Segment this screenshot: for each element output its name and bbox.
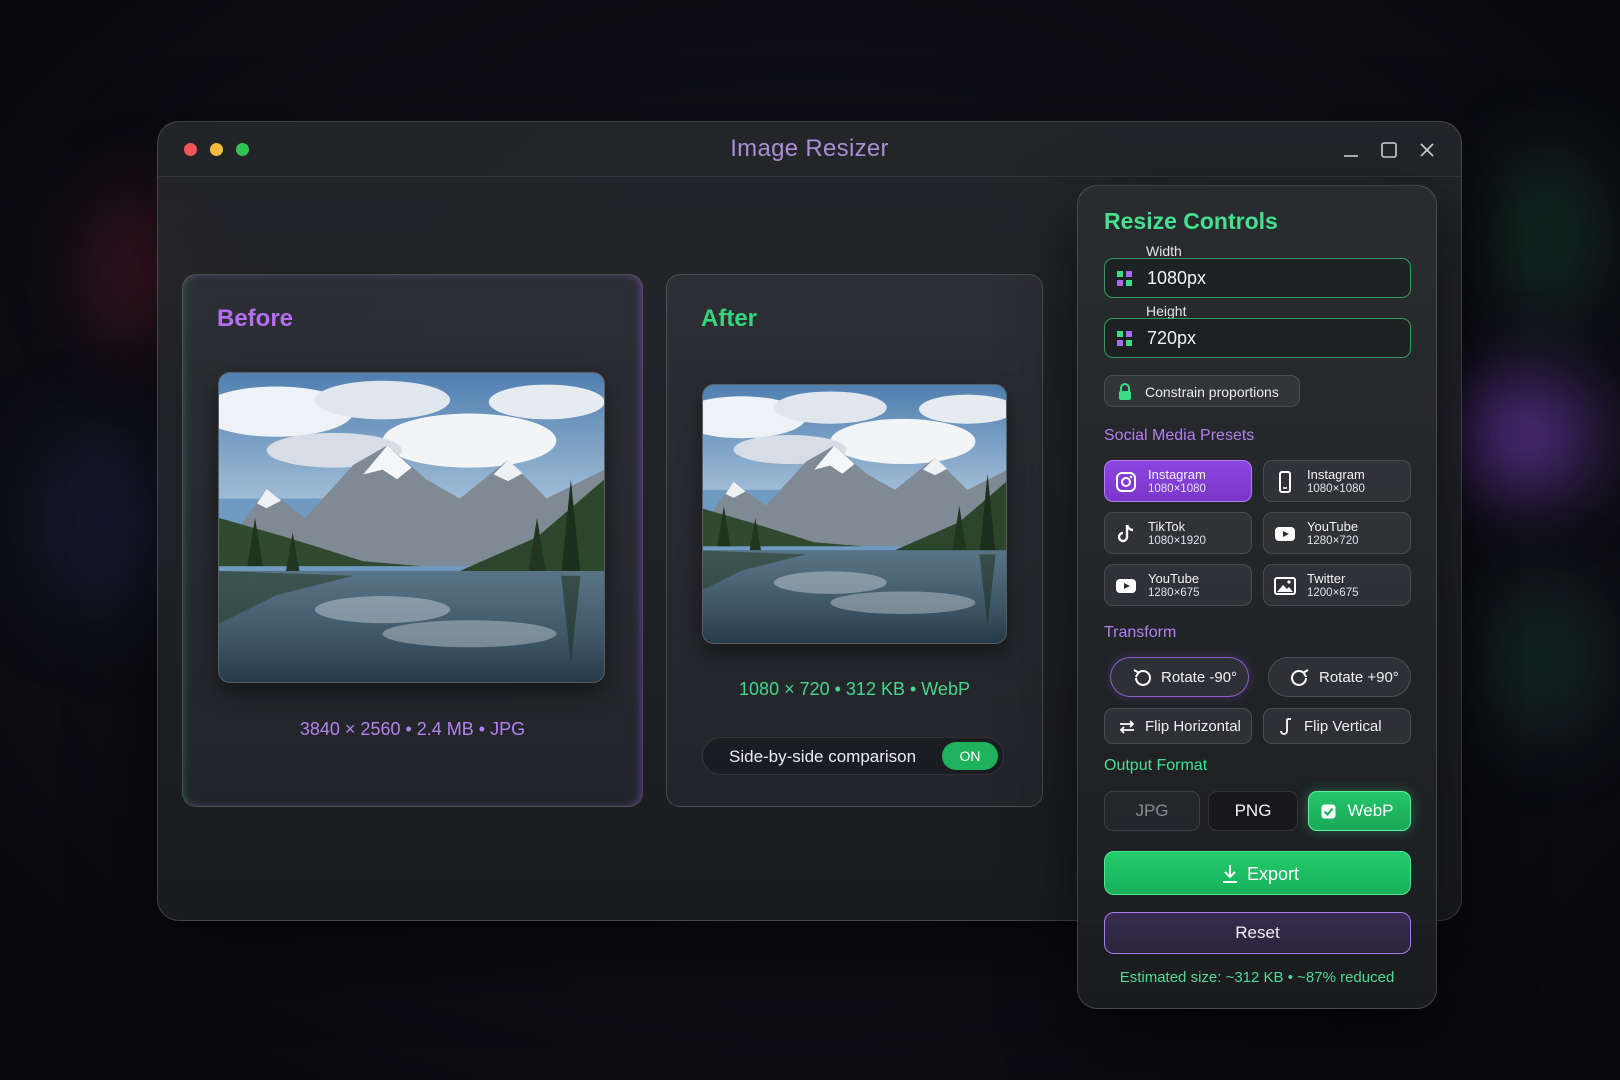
width-input[interactable]	[1147, 265, 1397, 291]
flip-horizontal-label: Flip Horizontal	[1145, 718, 1241, 735]
preset-size: 1080×1920	[1148, 535, 1206, 547]
preset-youtube-720[interactable]: YouTube 1280×720	[1263, 512, 1411, 554]
rotate-left-label: Rotate -90°	[1161, 669, 1238, 686]
preset-name: Twitter	[1307, 571, 1346, 586]
controls-title: Resize Controls	[1104, 208, 1278, 234]
maximize-icon[interactable]	[1376, 137, 1402, 163]
preset-name: Instagram	[1307, 467, 1365, 482]
preset-youtube-675[interactable]: YouTube 1280×675	[1104, 564, 1252, 606]
image-icon	[1274, 577, 1296, 595]
format-webp-button[interactable]: WebP	[1308, 791, 1411, 831]
export-button[interactable]: Export	[1104, 851, 1411, 895]
instagram-icon	[1116, 472, 1136, 492]
close-icon[interactable]	[1414, 137, 1440, 163]
lock-icon	[1119, 383, 1131, 400]
format-jpg-button[interactable]: JPG	[1104, 791, 1200, 831]
resize-controls-panel: Resize Controls Width Height Constrain p…	[1077, 185, 1437, 1009]
flip-horizontal-icon	[1119, 720, 1135, 734]
presets-title: Social Media Presets	[1104, 427, 1255, 444]
comparison-label: Side-by-side comparison	[729, 747, 917, 766]
constrain-proportions-toggle[interactable]: Constrain proportions	[1104, 375, 1300, 407]
after-title: After	[701, 305, 758, 332]
preset-size: 1280×675	[1148, 587, 1200, 599]
rotate-right-label: Rotate +90°	[1319, 669, 1399, 686]
before-meta: 3840 × 2560 • 2.4 MB • JPG	[299, 719, 526, 739]
preset-size: 1200×675	[1307, 587, 1359, 599]
after-panel: After 1080 × 720 • 312 KB • WebP Side-by…	[666, 274, 1043, 807]
preset-name: YouTube	[1307, 519, 1359, 534]
estimated-size: Estimated size: ~312 KB • ~87% reduced	[1119, 969, 1395, 986]
width-label: Width	[1146, 243, 1182, 259]
preset-size: 1280×720	[1307, 535, 1359, 547]
rotate-left-icon	[1133, 669, 1151, 686]
preset-name: YouTube	[1148, 571, 1200, 586]
preset-name: TikTok	[1148, 519, 1186, 534]
reset-button[interactable]: Reset	[1104, 912, 1411, 954]
title-bar: Image Resizer	[158, 122, 1461, 177]
output-format-title: Output Format	[1104, 757, 1208, 774]
format-png-button[interactable]: PNG	[1208, 791, 1298, 831]
flip-vertical-button[interactable]: Flip Vertical	[1263, 708, 1411, 744]
transform-title: Transform	[1104, 624, 1177, 641]
after-meta: 1080 × 720 • 312 KB • WebP	[739, 679, 970, 699]
rotate-right-button[interactable]: Rotate +90°	[1268, 657, 1411, 697]
preset-size: 1080×1080	[1148, 483, 1206, 495]
phone-icon	[1279, 471, 1291, 493]
before-image	[218, 372, 605, 683]
preset-name: Instagram	[1148, 467, 1206, 482]
flip-vertical-label: Flip Vertical	[1304, 718, 1382, 735]
after-image	[702, 384, 1007, 644]
comparison-toggle-row: Side-by-side comparison ON	[702, 737, 1004, 775]
preset-size: 1080×1080	[1307, 483, 1365, 495]
grid-icon	[1117, 331, 1132, 346]
checkbox-checked-icon	[1321, 804, 1336, 819]
rotate-left-button[interactable]: Rotate -90°	[1110, 657, 1249, 697]
download-icon	[1223, 865, 1237, 883]
height-input[interactable]	[1147, 325, 1397, 351]
before-panel: Before 3840 × 2560 • 2.4 MB • JPG	[182, 274, 643, 807]
preset-twitter[interactable]: Twitter 1200×675	[1263, 564, 1411, 606]
export-label: Export	[1247, 864, 1300, 884]
grid-icon	[1117, 271, 1132, 286]
youtube-icon	[1275, 527, 1295, 541]
preset-instagram-story[interactable]: Instagram 1080×1080	[1263, 460, 1411, 502]
height-field[interactable]	[1104, 318, 1411, 358]
height-label: Height	[1146, 303, 1187, 319]
flip-horizontal-button[interactable]: Flip Horizontal	[1104, 708, 1252, 744]
preset-instagram-square[interactable]: Instagram 1080×1080	[1104, 460, 1252, 502]
constrain-label: Constrain proportions	[1145, 384, 1279, 400]
youtube-icon	[1116, 579, 1136, 593]
before-title: Before	[217, 305, 294, 332]
flip-vertical-icon	[1280, 718, 1291, 735]
window-title: Image Resizer	[730, 135, 889, 162]
width-field[interactable]	[1104, 258, 1411, 298]
preset-tiktok[interactable]: TikTok 1080×1920	[1104, 512, 1252, 554]
comparison-toggle[interactable]: ON	[942, 742, 998, 770]
minimize-icon[interactable]	[1338, 137, 1364, 163]
rotate-right-icon	[1291, 669, 1309, 686]
tiktok-icon	[1117, 524, 1134, 543]
